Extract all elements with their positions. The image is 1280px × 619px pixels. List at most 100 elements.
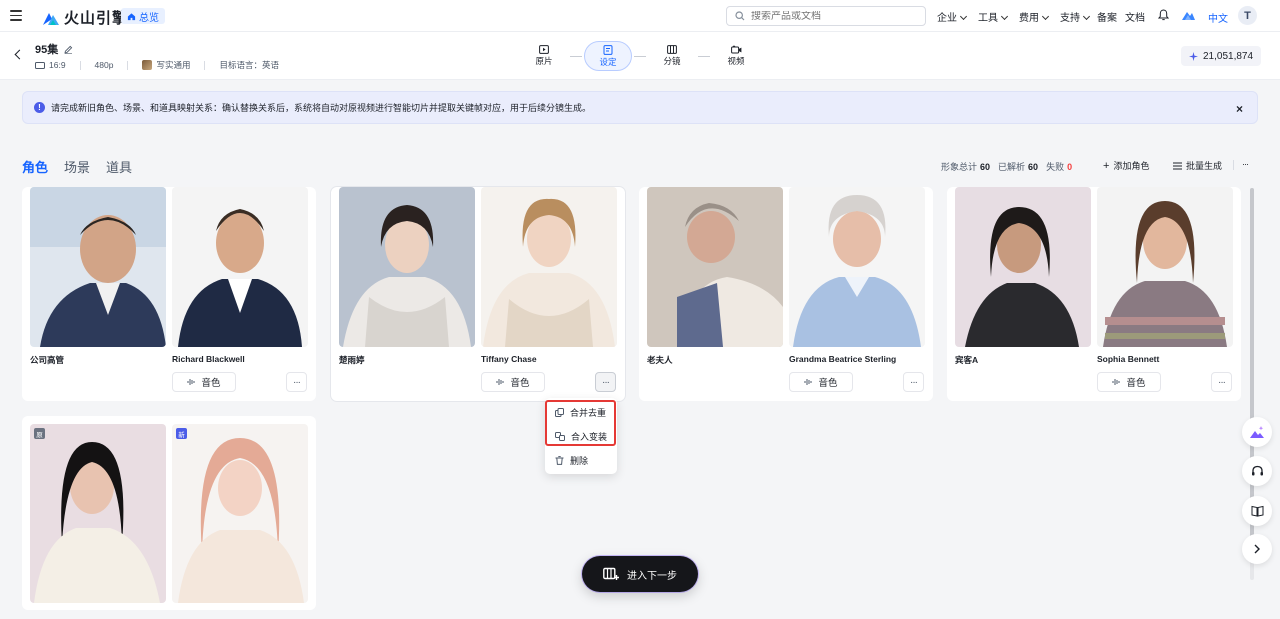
mountain-icon[interactable] bbox=[1182, 9, 1195, 21]
more-button[interactable]: ··· bbox=[1211, 372, 1232, 392]
menu-item-label: 删除 bbox=[570, 456, 589, 466]
menu-icon[interactable] bbox=[10, 10, 22, 21]
portrait-image bbox=[172, 187, 308, 347]
film-play-icon bbox=[539, 45, 549, 54]
new-character-image[interactable] bbox=[481, 187, 617, 347]
voice-button[interactable]: 音色 bbox=[172, 372, 236, 392]
original-character-image[interactable] bbox=[647, 187, 783, 347]
more-options-icon[interactable]: ··· bbox=[1242, 159, 1249, 169]
aspect-ratio: 16:9 bbox=[35, 60, 66, 70]
voice-label: 音色 bbox=[818, 378, 838, 389]
portrait-image bbox=[30, 187, 166, 347]
next-step-button[interactable]: 进入下一步 bbox=[582, 556, 698, 592]
more-button[interactable]: ··· bbox=[595, 372, 616, 392]
portrait-image bbox=[955, 187, 1091, 347]
step-storyboard-label: 分镜 bbox=[663, 56, 681, 66]
tab-characters[interactable]: 角色 bbox=[22, 157, 48, 176]
nav-filing[interactable]: 备案 bbox=[1097, 9, 1117, 24]
character-card: 楚雨婷 Tiffany Chase 音色 ··· bbox=[331, 187, 625, 401]
stat-parsed-label: 已解析 bbox=[998, 162, 1026, 172]
book-icon bbox=[1251, 505, 1263, 517]
stat-failed-label: 失败 bbox=[1046, 162, 1065, 172]
project-header: 95集 16:9 480p 写实通用 目标语言：英语 原片 设定 分镜 视频 bbox=[0, 32, 1280, 80]
style-value: 写实通用 bbox=[156, 60, 191, 70]
tab-props[interactable]: 道具 bbox=[106, 157, 132, 176]
step-original[interactable]: 原片 bbox=[520, 41, 568, 71]
original-character-image[interactable] bbox=[30, 187, 166, 347]
home-chip[interactable]: 总览 bbox=[121, 8, 165, 24]
list-icon bbox=[1173, 162, 1182, 169]
more-button[interactable]: ··· bbox=[286, 372, 307, 392]
stat-total-value: 60 bbox=[980, 162, 991, 172]
headset-icon bbox=[1251, 465, 1263, 475]
step-settings[interactable]: 设定 bbox=[584, 41, 632, 71]
original-character-image[interactable]: 原 bbox=[30, 424, 166, 603]
logo[interactable]: 火山引擎 bbox=[42, 7, 128, 28]
character-card: 公司高管 Richard Blackwell 音色 ··· bbox=[22, 187, 316, 401]
language-switch[interactable]: 中文 bbox=[1208, 10, 1228, 25]
voice-label: 音色 bbox=[1126, 378, 1146, 389]
info-icon: ! bbox=[34, 102, 45, 113]
divider bbox=[1233, 160, 1234, 170]
nav-billing[interactable]: 费用 bbox=[1019, 9, 1048, 24]
waveform-icon bbox=[496, 379, 504, 385]
bell-icon[interactable] bbox=[1158, 9, 1169, 21]
tab-scenes[interactable]: 场景 bbox=[64, 157, 90, 176]
nav-menu: 企业 工具 费用 支持 bbox=[937, 9, 1089, 24]
voice-button[interactable]: 音色 bbox=[481, 372, 545, 392]
batch-generate-label: 批量生成 bbox=[1186, 161, 1223, 171]
character-card: 宾客A Sophia Bennett 音色 ··· bbox=[947, 187, 1241, 401]
menu-item-delete[interactable]: 删除 bbox=[555, 454, 588, 467]
more-button[interactable]: ··· bbox=[903, 372, 924, 392]
original-character-name: 公司高管 bbox=[30, 355, 65, 365]
ratio-icon bbox=[35, 61, 45, 69]
user-avatar[interactable]: T bbox=[1238, 6, 1257, 25]
guide-button[interactable] bbox=[1242, 496, 1272, 526]
nav-tools[interactable]: 工具 bbox=[978, 9, 1007, 24]
home-icon bbox=[127, 12, 136, 20]
nav-docs[interactable]: 文档 bbox=[1125, 9, 1145, 24]
scrollbar-thumb[interactable] bbox=[1250, 188, 1254, 544]
search-input[interactable] bbox=[751, 10, 911, 22]
new-character-name: Tiffany Chase bbox=[481, 354, 537, 364]
original-character-image[interactable] bbox=[955, 187, 1091, 347]
new-character-image[interactable] bbox=[1097, 187, 1233, 347]
aspect-ratio-value: 16:9 bbox=[49, 60, 66, 70]
new-character-image[interactable] bbox=[172, 187, 308, 347]
step-video[interactable]: 视频 bbox=[712, 41, 760, 71]
add-role-button[interactable]: + 添加角色 bbox=[1103, 159, 1149, 172]
new-character-image[interactable]: 新 bbox=[172, 424, 308, 603]
edit-pencil-icon[interactable] bbox=[64, 45, 73, 54]
portrait-image bbox=[339, 187, 475, 347]
step-storyboard[interactable]: 分镜 bbox=[648, 41, 696, 71]
portrait-image bbox=[1097, 187, 1233, 347]
home-chip-label: 总览 bbox=[139, 12, 159, 24]
settings-doc-icon bbox=[603, 44, 613, 55]
new-character-name: Sophia Bennett bbox=[1097, 354, 1160, 364]
voice-button[interactable]: 音色 bbox=[1097, 372, 1161, 392]
credits-balance[interactable]: 21,051,874 bbox=[1181, 46, 1262, 66]
new-character-image[interactable] bbox=[789, 187, 925, 347]
stats-summary: 形象总计 60 已解析 60 失败 0 bbox=[941, 160, 1072, 173]
storyboard-icon bbox=[667, 45, 677, 54]
resolution: 480p bbox=[94, 60, 114, 70]
original-character-name: 老夫人 bbox=[647, 355, 673, 365]
step-settings-label: 设定 bbox=[599, 56, 617, 67]
step-connector bbox=[634, 55, 646, 57]
divider bbox=[204, 60, 206, 70]
batch-generate-button[interactable]: 批量生成 bbox=[1173, 159, 1222, 172]
project-title-text: 95集 bbox=[35, 44, 59, 56]
support-button[interactable] bbox=[1242, 456, 1272, 486]
stat-failed: 失败 0 bbox=[1046, 160, 1072, 173]
original-character-image[interactable] bbox=[339, 187, 475, 347]
ai-assistant-button[interactable] bbox=[1242, 417, 1272, 447]
divider bbox=[79, 60, 81, 70]
nav-enterprise[interactable]: 企业 bbox=[937, 9, 966, 24]
close-icon[interactable]: × bbox=[1236, 102, 1243, 116]
back-arrow-icon[interactable] bbox=[14, 49, 25, 60]
add-role-label: 添加角色 bbox=[1113, 161, 1150, 171]
nav-support[interactable]: 支持 bbox=[1060, 9, 1089, 24]
voice-button[interactable]: 音色 bbox=[789, 372, 853, 392]
search-box[interactable] bbox=[726, 6, 926, 26]
expand-button[interactable] bbox=[1242, 534, 1272, 564]
